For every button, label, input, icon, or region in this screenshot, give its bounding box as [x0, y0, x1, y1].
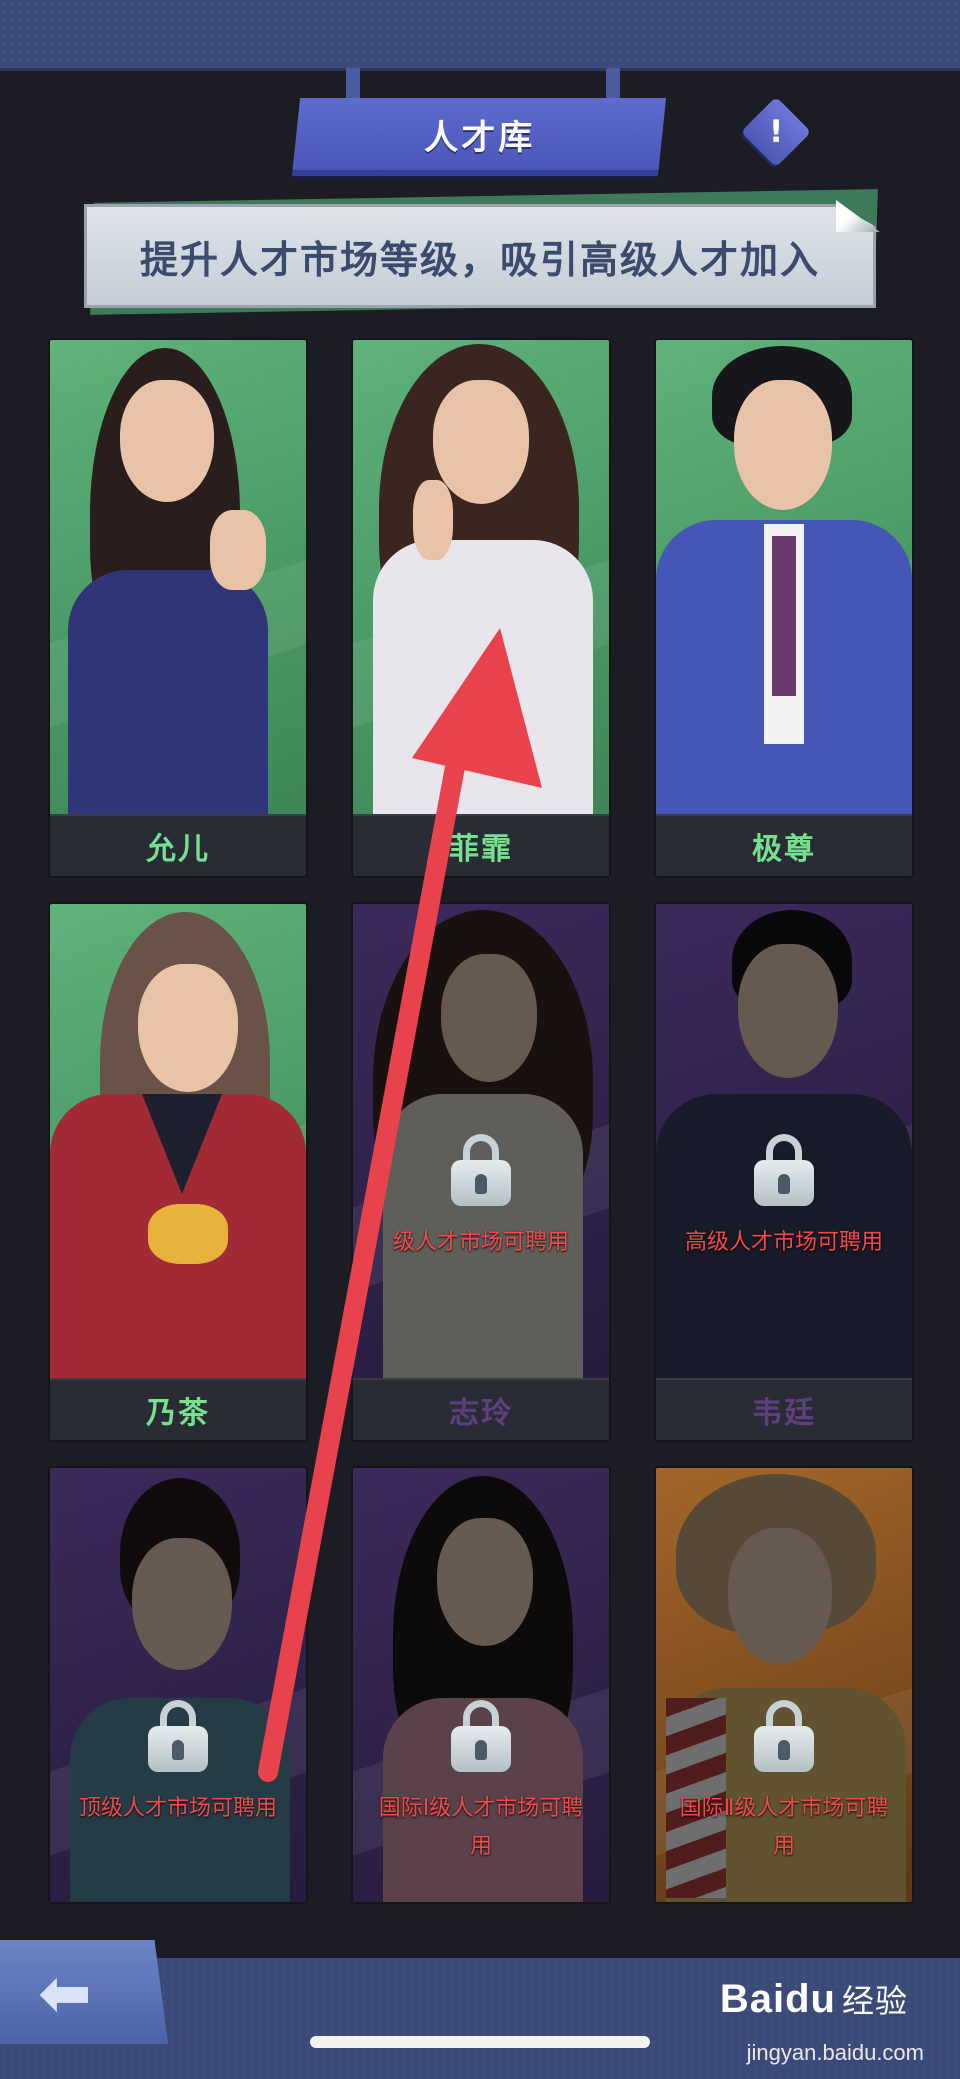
lock-requirement: 顶级人才市场可聘用: [78, 1796, 277, 1821]
name-bar: 菲霏: [353, 814, 609, 876]
home-indicator[interactable]: [310, 2036, 650, 2048]
talent-name: 菲霏: [449, 832, 513, 867]
lock-requirement-line1: 国际Ⅰ级人才市场可聘: [378, 1796, 584, 1821]
name-bar: 乃茶: [50, 1378, 306, 1440]
name-bar: 韦廷: [656, 1378, 912, 1440]
back-button[interactable]: ⬅: [0, 1940, 168, 2044]
info-button[interactable]: !: [740, 96, 812, 168]
talent-card-yuner[interactable]: 允儿: [50, 340, 306, 876]
talent-name: 乃茶: [146, 1396, 210, 1431]
lock-requirement: 高级人才市场可聘用: [684, 1230, 883, 1255]
back-arrow-icon: ⬅: [38, 1957, 92, 2031]
info-icon: !: [768, 114, 784, 150]
top-frame: [0, 0, 960, 71]
talent-card-feifei[interactable]: 菲霏: [353, 340, 609, 876]
talent-card-zhiling[interactable]: 级人才市场可聘用 志玲: [353, 904, 609, 1440]
sign-rope-right: [606, 68, 620, 100]
banner: 提升人才市场等级，吸引高级人才加入: [84, 204, 876, 308]
page-title-sign: 人才库: [291, 98, 667, 176]
lock-icon: [148, 1700, 208, 1772]
talent-name: 允儿: [146, 832, 210, 867]
baidu-suffix: 经验: [841, 1983, 908, 2019]
talent-card-naicha[interactable]: 乃茶: [50, 904, 306, 1440]
talent-card-locked-intl1[interactable]: 国际Ⅰ级人才市场可聘 用: [353, 1468, 609, 1902]
lock-requirement-line2: 用: [772, 1834, 795, 1859]
talent-name: 韦廷: [752, 1396, 816, 1431]
lock-requirement: 级人才市场可聘用: [392, 1230, 569, 1255]
lock-icon: [754, 1700, 814, 1772]
lock-icon: [451, 1134, 511, 1206]
talent-card-weiting[interactable]: 高级人才市场可聘用 韦廷: [656, 904, 912, 1440]
baidu-url: jingyan.baidu.com: [746, 2040, 924, 2065]
lock-requirement-line1: 国际Ⅱ级人才市场可聘: [679, 1796, 889, 1821]
name-bar: 允儿: [50, 814, 306, 876]
name-bar: 极尊: [656, 814, 912, 876]
banner-text: 提升人才市场等级，吸引高级人才加入: [139, 237, 820, 282]
lock-requirement-line2: 用: [469, 1834, 492, 1859]
baidu-watermark: Baidu 经验: [720, 1976, 908, 2022]
name-bar: 志玲: [353, 1378, 609, 1440]
sign-rope-left: [346, 68, 360, 100]
lock-icon: [451, 1700, 511, 1772]
talent-card-jizun[interactable]: 极尊: [656, 340, 912, 876]
baidu-brand: Baidu: [719, 1977, 836, 2021]
talent-card-locked-intl2[interactable]: 国际Ⅱ级人才市场可聘 用: [656, 1468, 912, 1902]
talent-card-locked-top[interactable]: 顶级人才市场可聘用: [50, 1468, 306, 1902]
lock-icon: [754, 1134, 814, 1206]
page-title: 人才库: [423, 117, 535, 158]
talent-name: 极尊: [752, 832, 816, 867]
talent-name: 志玲: [449, 1396, 513, 1431]
